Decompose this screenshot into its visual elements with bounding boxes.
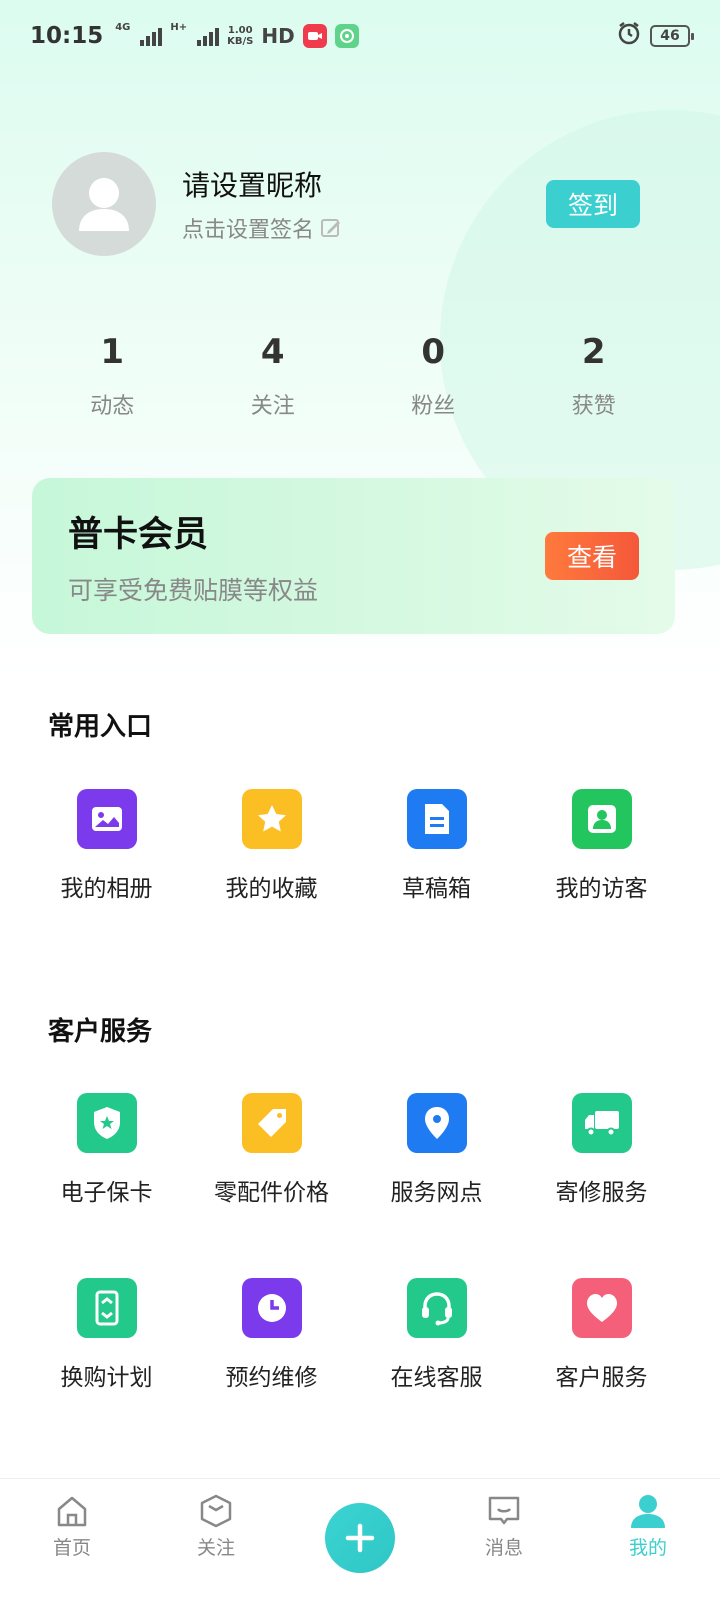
network-type-2: H+: [170, 22, 188, 33]
nav-mine[interactable]: 我的: [576, 1479, 720, 1560]
stat-followers[interactable]: 0 粉丝: [353, 332, 514, 420]
status-bar: 10:15 4G H+ 1.00 KB/S HD 46: [0, 0, 720, 72]
entry-label: 我的收藏: [225, 876, 318, 902]
home-icon: [57, 1496, 87, 1527]
location-pin-icon: [406, 1093, 467, 1153]
status-time: 10:15: [30, 23, 104, 49]
checkin-button[interactable]: 签到: [546, 180, 640, 228]
clock-icon: [241, 1278, 302, 1338]
heart-icon: [571, 1278, 632, 1338]
nav-label: 首页: [52, 1537, 91, 1559]
stat-number: 2: [581, 332, 606, 372]
service-grid-row-2: 换购计划 预约维修 在线客服 客户服务: [24, 1278, 684, 1392]
entry-label: 服务网点: [390, 1180, 483, 1206]
entry-label: 客户服务: [555, 1365, 648, 1391]
entry-mail-in-repair[interactable]: 寄修服务: [519, 1093, 684, 1207]
photo-album-icon: [76, 789, 137, 849]
video-recorder-icon: [302, 24, 327, 48]
person-icon: [571, 789, 632, 849]
stat-following[interactable]: 4 关注: [193, 332, 354, 420]
stat-posts[interactable]: 1 动态: [32, 332, 193, 420]
signature-text: 点击设置签名: [182, 218, 315, 243]
document-icon: [406, 789, 467, 849]
entry-my-album[interactable]: 我的相册: [24, 789, 189, 903]
signal-icon: [197, 26, 220, 46]
entry-e-warranty[interactable]: 电子保卡: [24, 1093, 189, 1207]
plus-icon: [345, 1523, 375, 1553]
alarm-icon: [616, 20, 642, 52]
entry-trade-in-plan[interactable]: 换购计划: [24, 1278, 189, 1392]
nav-home[interactable]: 首页: [0, 1479, 144, 1560]
entry-parts-price[interactable]: 零配件价格: [189, 1093, 354, 1207]
nav-messages[interactable]: 消息: [432, 1479, 576, 1560]
stat-label: 关注: [250, 394, 295, 419]
entry-label: 我的相册: [60, 876, 153, 902]
entry-online-support[interactable]: 在线客服: [354, 1278, 519, 1392]
stat-label: 获赞: [571, 394, 616, 419]
nickname[interactable]: 请设置昵称: [182, 164, 546, 204]
network-speed: 1.00 KB/S: [227, 25, 254, 47]
membership-card[interactable]: 普卡会员 可享受免费贴膜等权益 查看: [32, 478, 675, 634]
stat-label: 粉丝: [411, 394, 456, 419]
stat-label: 动态: [90, 394, 135, 419]
battery-icon: 46: [650, 25, 694, 47]
signature-row[interactable]: 点击设置签名: [182, 212, 546, 244]
stats-row: 1 动态 4 关注 0 粉丝 2 获赞: [32, 332, 674, 420]
entry-customer-service[interactable]: 客户服务: [519, 1278, 684, 1392]
avatar[interactable]: [52, 152, 156, 256]
membership-subtitle: 可享受免费贴膜等权益: [68, 575, 319, 605]
stat-likes[interactable]: 2 获赞: [514, 332, 675, 420]
signal-icon: [140, 26, 163, 46]
nav-label: 消息: [484, 1537, 523, 1559]
entry-label: 我的访客: [555, 876, 648, 902]
headset-icon: [406, 1278, 467, 1338]
nav-label: 关注: [196, 1537, 235, 1559]
price-tag-icon: [241, 1093, 302, 1153]
common-entries-grid: 我的相册 我的收藏 草稿箱 我的访客: [24, 789, 684, 903]
shield-star-icon: [76, 1093, 137, 1153]
bottom-navigation: 首页 关注 消息 我的: [0, 1478, 720, 1600]
entry-drafts[interactable]: 草稿箱: [354, 789, 519, 903]
entry-my-visitors[interactable]: 我的访客: [519, 789, 684, 903]
message-icon: [488, 1496, 520, 1525]
section-title-common: 常用入口: [48, 712, 153, 742]
entry-label: 在线客服: [390, 1365, 483, 1391]
edit-icon: [321, 219, 341, 237]
add-button[interactable]: [325, 1503, 395, 1573]
entry-my-favorites[interactable]: 我的收藏: [189, 789, 354, 903]
star-icon: [241, 789, 302, 849]
service-grid-row-1: 电子保卡 零配件价格 服务网点 寄修服务: [24, 1093, 684, 1207]
person-icon: [79, 178, 129, 231]
entry-label: 草稿箱: [402, 876, 471, 902]
membership-title: 普卡会员: [68, 514, 209, 555]
nav-label: 我的: [628, 1537, 667, 1559]
entry-label: 预约维修: [225, 1365, 318, 1391]
entry-label: 电子保卡: [60, 1180, 153, 1206]
nav-follow[interactable]: 关注: [144, 1479, 288, 1560]
entry-book-repair[interactable]: 预约维修: [189, 1278, 354, 1392]
truck-icon: [571, 1093, 632, 1153]
entry-label: 零配件价格: [214, 1180, 329, 1206]
cube-icon: [200, 1494, 232, 1528]
phone-swap-icon: [76, 1278, 137, 1338]
network-type-1: 4G: [115, 22, 131, 33]
profile-header: 请设置昵称 点击设置签名 签到: [52, 152, 640, 256]
entry-label: 寄修服务: [555, 1180, 648, 1206]
stat-number: 4: [260, 332, 285, 372]
entry-service-outlets[interactable]: 服务网点: [354, 1093, 519, 1207]
entry-label: 换购计划: [60, 1365, 153, 1391]
view-membership-button[interactable]: 查看: [545, 532, 639, 580]
person-icon: [631, 1495, 665, 1528]
app-notification-icon: [334, 24, 359, 48]
stat-number: 0: [421, 332, 446, 372]
stat-number: 1: [100, 332, 125, 372]
hd-voice-indicator: HD: [261, 24, 295, 48]
nav-publish[interactable]: [288, 1479, 432, 1573]
section-title-service: 客户服务: [48, 1017, 153, 1047]
